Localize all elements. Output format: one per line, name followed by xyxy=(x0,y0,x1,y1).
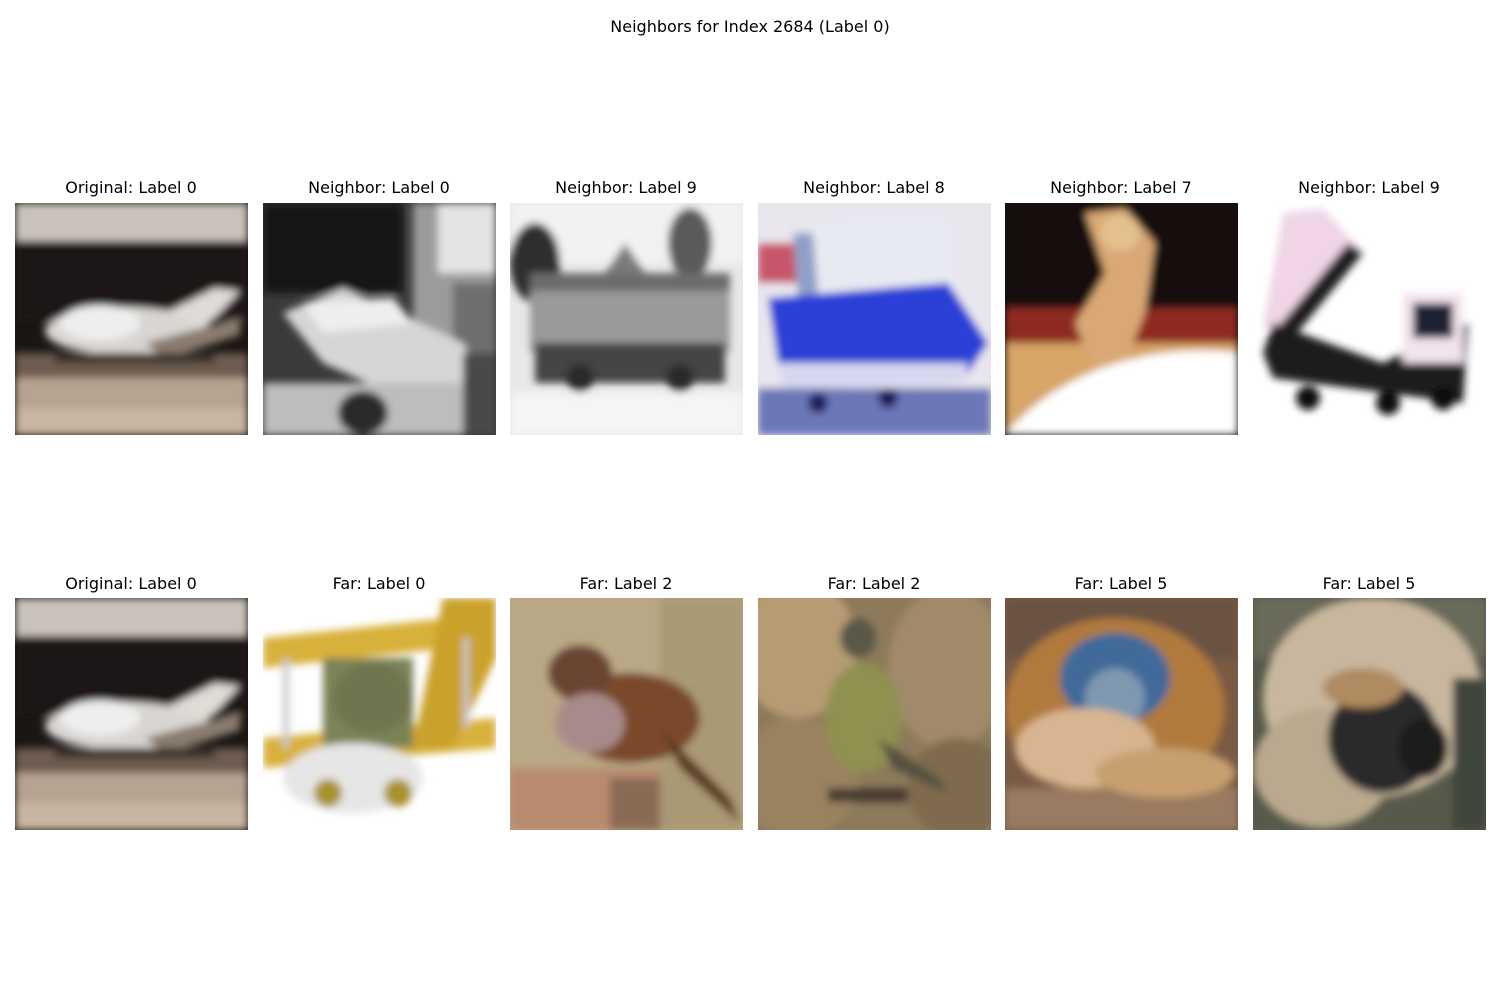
panel-title: Far: Label 5 xyxy=(1074,574,1168,593)
panel-image-finch xyxy=(758,598,991,830)
panel-title: Far: Label 5 xyxy=(1322,574,1416,593)
panel-title: Neighbor: Label 8 xyxy=(803,178,945,197)
panel-title: Far: Label 0 xyxy=(332,574,426,593)
panel-title: Original: Label 0 xyxy=(65,178,197,197)
panel-title: Neighbor: Label 0 xyxy=(308,178,450,197)
panel-title: Original: Label 0 xyxy=(65,574,197,593)
panel-image-blue-boat xyxy=(758,203,991,435)
panel-title: Neighbor: Label 9 xyxy=(1298,178,1440,197)
panel-image-sparrow xyxy=(510,598,743,830)
panel-image-monkey xyxy=(1005,598,1238,830)
panel-title: Neighbor: Label 7 xyxy=(1050,178,1192,197)
panel-title: Neighbor: Label 9 xyxy=(555,178,697,197)
panel-image-airplane xyxy=(15,598,248,830)
panel-image-yellow-biplane xyxy=(263,598,496,830)
panel-title: Far: Label 2 xyxy=(827,574,921,593)
panel-image-grayscale-airplane xyxy=(263,203,496,435)
panel-image-horse xyxy=(1005,203,1238,435)
panel-image-airplane xyxy=(15,203,248,435)
panel-image-grayscale-truck xyxy=(510,203,743,435)
panel-title: Far: Label 2 xyxy=(579,574,673,593)
figure-title: Neighbors for Index 2684 (Label 0) xyxy=(610,17,890,36)
panel-image-shaggy-dog xyxy=(1253,598,1486,830)
panel-image-dump-truck xyxy=(1253,203,1486,435)
